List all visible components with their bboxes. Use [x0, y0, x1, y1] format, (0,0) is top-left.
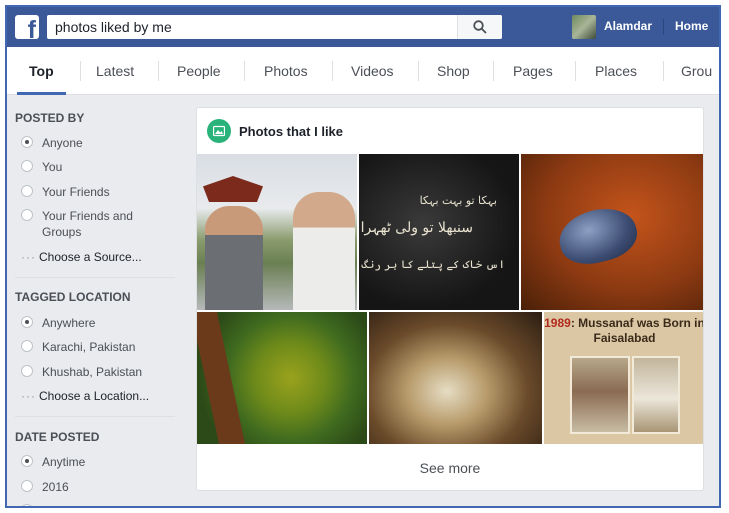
- profile-link[interactable]: Alamdar: [604, 19, 652, 33]
- poster-caption: 1989: Mussanaf was Born in Faisalabad: [544, 316, 704, 345]
- person-figure: [205, 206, 263, 310]
- nav-divider: [663, 19, 664, 35]
- choose-source-link[interactable]: ··· Choose a Source...: [21, 250, 142, 264]
- tab-separator: [244, 61, 245, 81]
- tab-separator: [418, 61, 419, 81]
- avatar[interactable]: [572, 15, 596, 39]
- tab-separator: [575, 61, 576, 81]
- pagoda-roof: [203, 176, 263, 202]
- photo-thumbnail[interactable]: بہکا تو بہت بہکا سنبھلا تو ولی ٹھہرا اس …: [359, 154, 519, 310]
- tab-top[interactable]: Top: [17, 47, 66, 95]
- tab-groups[interactable]: Grou: [681, 47, 712, 95]
- photo-thumbnail[interactable]: [521, 154, 703, 310]
- person-figure: [293, 192, 355, 310]
- tab-separator: [158, 61, 159, 81]
- search-filter-tabs: Top Latest People Photos Videos Shop Pag…: [7, 47, 719, 95]
- poster-photo: [570, 356, 630, 434]
- photos-result-card: Photos that I like بہکا تو بہت بہکا سنبھ…: [196, 107, 704, 491]
- radio-icon: [21, 365, 33, 377]
- search-query-text[interactable]: photos liked by me: [55, 19, 172, 35]
- turtle-shape: [553, 201, 643, 271]
- tab-photos[interactable]: Photos: [264, 47, 308, 95]
- tree-trunk: [197, 312, 246, 444]
- tab-people[interactable]: People: [177, 47, 221, 95]
- tab-videos[interactable]: Videos: [351, 47, 394, 95]
- photo-thumbnail[interactable]: [369, 312, 542, 444]
- poetry-line: سنبھلا تو ولی ٹھہرا: [360, 220, 473, 236]
- tab-pages[interactable]: Pages: [513, 47, 553, 95]
- search-button[interactable]: [457, 15, 502, 39]
- choose-location-link[interactable]: ··· Choose a Location...: [21, 389, 149, 403]
- poetry-line: بہکا تو بہت بہکا: [419, 194, 497, 207]
- top-bar: f photos liked by me Alamdar Home: [7, 7, 719, 47]
- photo-thumbnail[interactable]: 1989: Mussanaf was Born in Faisalabad: [544, 312, 704, 444]
- radio-selected-icon: [21, 455, 33, 467]
- poetry-line: اس خاک کے پتلے کا ہر رنگ نرالا ہے: [359, 258, 505, 271]
- radio-selected-icon: [21, 136, 33, 148]
- tab-separator: [332, 61, 333, 81]
- tab-places[interactable]: Places: [595, 47, 637, 95]
- radio-icon: [21, 480, 33, 492]
- photos-icon: [207, 119, 231, 143]
- radio-icon: [21, 504, 33, 506]
- tab-separator: [493, 61, 494, 81]
- section-divider: [15, 416, 175, 417]
- tagged-location-header: TAGGED LOCATION: [15, 290, 131, 304]
- home-link[interactable]: Home: [675, 19, 708, 33]
- image-icon: [213, 125, 225, 137]
- search-icon: [473, 20, 487, 34]
- tab-separator: [663, 61, 664, 81]
- photo-thumbnail[interactable]: [197, 312, 367, 444]
- radio-icon: [21, 209, 33, 221]
- tab-shop[interactable]: Shop: [437, 47, 470, 95]
- radio-icon: [21, 185, 33, 197]
- tab-separator: [80, 61, 81, 81]
- radio-selected-icon: [21, 316, 33, 328]
- section-divider: [15, 277, 175, 278]
- facebook-logo-icon[interactable]: f: [15, 15, 39, 39]
- result-section-title[interactable]: Photos that I like: [239, 124, 343, 139]
- radio-icon: [21, 160, 33, 172]
- radio-icon: [21, 340, 33, 352]
- search-input[interactable]: photos liked by me: [47, 15, 502, 39]
- photo-thumbnail[interactable]: [197, 154, 357, 310]
- tab-latest[interactable]: Latest: [96, 47, 134, 95]
- posted-by-header: POSTED BY: [15, 111, 85, 125]
- app-window: f photos liked by me Alamdar Home Top La…: [5, 5, 721, 508]
- more-dots-icon: ···: [21, 389, 36, 403]
- see-more-link[interactable]: See more: [197, 444, 703, 490]
- more-dots-icon: ···: [21, 250, 36, 264]
- date-posted-header: DATE POSTED: [15, 430, 100, 444]
- poster-photo: [632, 356, 680, 434]
